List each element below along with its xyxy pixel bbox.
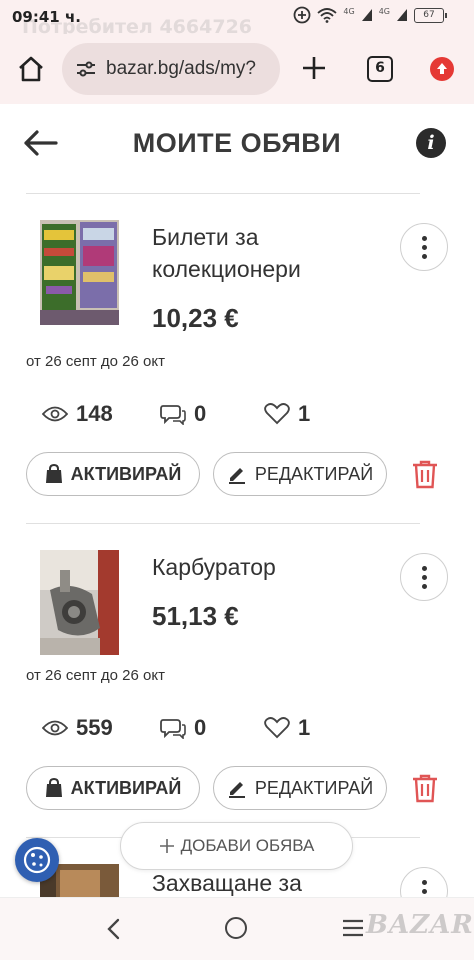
ad-title[interactable]: Захващане за bbox=[152, 867, 382, 897]
nav-back-icon[interactable] bbox=[106, 918, 120, 940]
menu-dot-icon bbox=[421, 888, 427, 894]
ad-period: от 26 септ до 26 окт bbox=[26, 353, 165, 370]
add-ad-label: ДОБАВИ ОБЯВА bbox=[180, 836, 315, 855]
update-icon[interactable] bbox=[430, 57, 454, 81]
ad-stats: 559 0 1 bbox=[42, 715, 310, 741]
plus-icon bbox=[159, 839, 174, 853]
nav-home-icon[interactable] bbox=[225, 917, 247, 939]
messages-count: 0 bbox=[194, 715, 207, 740]
info-icon[interactable]: i bbox=[416, 128, 446, 158]
pencil-icon bbox=[228, 782, 245, 798]
messages-stat: 0 bbox=[160, 401, 264, 427]
shopping-bag-icon bbox=[45, 464, 62, 483]
shopping-bag-icon bbox=[45, 778, 62, 797]
vpn-icon bbox=[294, 6, 311, 24]
url-bar[interactable]: bazar.bg/ads/my? bbox=[62, 43, 280, 95]
bazar-watermark: BAZAR bbox=[366, 910, 474, 940]
views-stat: 148 bbox=[42, 401, 160, 427]
activate-button[interactable]: АКТИВИРАЙ bbox=[26, 452, 200, 496]
trash-icon bbox=[413, 774, 437, 803]
ad-stats: 148 0 1 bbox=[42, 401, 310, 427]
tab-switcher-button[interactable]: 6 bbox=[367, 56, 393, 82]
edit-label: РЕДАКТИРАЙ bbox=[254, 777, 374, 798]
activate-label: АКТИВИРАЙ bbox=[70, 777, 182, 798]
battery-level: 67 bbox=[423, 9, 435, 20]
ad-thumbnail-carburetor[interactable] bbox=[40, 550, 119, 655]
menu-dot-icon bbox=[421, 574, 427, 580]
ad-menu-button[interactable] bbox=[400, 223, 448, 271]
site-settings-icon[interactable] bbox=[76, 60, 96, 78]
ad-actions: АКТИВИРАЙ РЕДАКТИРАЙ bbox=[26, 452, 443, 496]
cookie-settings-button[interactable] bbox=[15, 838, 59, 882]
page-title: МОИТЕ ОБЯВИ bbox=[132, 128, 342, 158]
ad-thumbnail-tickets[interactable] bbox=[40, 220, 119, 325]
trash-icon bbox=[413, 460, 437, 489]
ad-card: Карбуратор 51,13 € от 26 септ до 26 окт … bbox=[0, 523, 474, 837]
edit-button[interactable]: РЕДАКТИРАЙ bbox=[213, 766, 387, 810]
network-type-2: 4G bbox=[378, 6, 390, 16]
url-text[interactable]: bazar.bg/ads/my? bbox=[106, 58, 256, 80]
edit-label: РЕДАКТИРАЙ bbox=[254, 463, 374, 484]
eye-icon bbox=[42, 406, 68, 422]
menu-dot-icon bbox=[421, 879, 427, 885]
favorites-count: 1 bbox=[298, 715, 311, 740]
pencil-icon bbox=[228, 468, 245, 484]
delete-button[interactable] bbox=[407, 770, 443, 806]
messages-stat: 0 bbox=[160, 715, 264, 741]
messages-count: 0 bbox=[194, 401, 207, 426]
heart-icon bbox=[264, 717, 290, 739]
menu-dot-icon bbox=[421, 583, 427, 589]
menu-dot-icon bbox=[421, 244, 427, 250]
add-ad-button[interactable]: ДОБАВИ ОБЯВА bbox=[120, 822, 353, 870]
home-icon[interactable] bbox=[16, 54, 46, 84]
signal-icon-2 bbox=[397, 9, 407, 21]
eye-icon bbox=[42, 720, 68, 736]
system-nav-bar: BAZAR bbox=[0, 897, 474, 960]
activate-label: АКТИВИРАЙ bbox=[70, 463, 182, 484]
favorites-count: 1 bbox=[298, 401, 311, 426]
chat-bubbles-icon bbox=[160, 719, 186, 739]
wifi-icon bbox=[317, 8, 338, 23]
page-header: МОИТЕ ОБЯВИ i bbox=[0, 104, 474, 194]
views-stat: 559 bbox=[42, 715, 160, 741]
signal-icon-1 bbox=[361, 9, 372, 21]
views-count: 148 bbox=[76, 401, 113, 426]
new-tab-icon[interactable] bbox=[300, 54, 328, 82]
status-time: 09:41 ч. bbox=[12, 8, 81, 26]
battery-icon: 67 bbox=[414, 7, 447, 23]
menu-dot-icon bbox=[421, 235, 427, 241]
favorites-stat: 1 bbox=[264, 401, 310, 427]
browser-toolbar: bazar.bg/ads/my? 6 bbox=[0, 34, 474, 104]
network-type-1: 4G bbox=[343, 6, 355, 16]
ad-card: Билети за колекционери 10,23 € от 26 сеп… bbox=[0, 193, 474, 507]
favorites-stat: 1 bbox=[264, 715, 310, 741]
heart-icon bbox=[264, 403, 290, 425]
chat-bubbles-icon bbox=[160, 405, 186, 425]
delete-button[interactable] bbox=[407, 456, 443, 492]
cookie-icon bbox=[23, 846, 51, 874]
ad-menu-button[interactable] bbox=[400, 867, 448, 897]
edit-button[interactable]: РЕДАКТИРАЙ bbox=[213, 452, 387, 496]
ad-price: 51,13 € bbox=[152, 601, 239, 631]
menu-dot-icon bbox=[421, 565, 427, 571]
nav-menu-icon[interactable] bbox=[342, 919, 364, 937]
ad-actions: АКТИВИРАЙ РЕДАКТИРАЙ bbox=[26, 766, 443, 810]
ad-title[interactable]: Билети за колекционери bbox=[152, 221, 382, 285]
activate-button[interactable]: АКТИВИРАЙ bbox=[26, 766, 200, 810]
ad-price: 10,23 € bbox=[152, 303, 239, 333]
status-icons: 4G 4G 67 bbox=[293, 6, 447, 24]
ad-menu-button[interactable] bbox=[400, 553, 448, 601]
ad-period: от 26 септ до 26 окт bbox=[26, 667, 165, 684]
views-count: 559 bbox=[76, 715, 113, 740]
menu-dot-icon bbox=[421, 253, 427, 259]
ad-title[interactable]: Карбуратор bbox=[152, 551, 382, 583]
status-bar: Потребител 4664726 09:41 ч. 4G 4G 67 bbox=[0, 0, 474, 38]
